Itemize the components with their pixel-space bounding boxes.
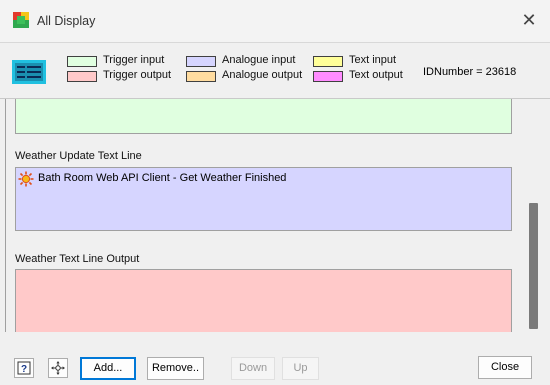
- legend-swatch: [186, 71, 216, 82]
- remove-button[interactable]: Remove..: [147, 357, 204, 380]
- legend-swatch: [313, 56, 343, 67]
- scrollbar-thumb[interactable]: [529, 203, 538, 329]
- legend-swatch: [313, 71, 343, 82]
- section-label: Weather Update Text Line: [15, 150, 142, 162]
- display-list-icon: [12, 60, 46, 84]
- button-bar: ? Add... Remove.. Down Up Close: [0, 332, 550, 385]
- sun-icon: [18, 171, 34, 187]
- section-label: Weather Text Line Output: [15, 253, 140, 265]
- legend-label: Trigger output: [103, 69, 172, 81]
- move-icon: [51, 361, 65, 375]
- close-button[interactable]: Close: [478, 356, 532, 379]
- legend-label: Trigger input: [103, 54, 165, 66]
- weather-update-list[interactable]: Bath Room Web API Client - Get Weather F…: [15, 167, 512, 231]
- connections-panel[interactable]: Weather Update Text Line Bath Room Web A…: [0, 98, 550, 333]
- svg-text:?: ?: [21, 364, 27, 375]
- legend-swatch: [67, 71, 97, 82]
- close-window-icon[interactable]: ✕: [516, 8, 542, 32]
- legend-swatch: [186, 56, 216, 67]
- color-legend: Trigger input Trigger output Analogue in…: [0, 42, 550, 99]
- title-bar: All Display ✕: [0, 0, 550, 42]
- legend-swatch: [67, 56, 97, 67]
- up-button[interactable]: Up: [282, 357, 319, 380]
- help-button[interactable]: ?: [14, 358, 34, 378]
- question-icon: ?: [17, 361, 31, 375]
- list-item-label: Bath Room Web API Client - Get Weather F…: [38, 172, 287, 184]
- window-title: All Display: [37, 14, 96, 28]
- down-button[interactable]: Down: [231, 357, 275, 380]
- id-number: IDNumber = 23618: [423, 66, 517, 78]
- app-icon: [13, 12, 29, 28]
- legend-label: Text input: [349, 54, 397, 66]
- add-button[interactable]: Add...: [80, 357, 136, 380]
- legend-label: Text output: [349, 69, 403, 81]
- legend-label: Analogue output: [222, 69, 303, 81]
- trigger-input-box[interactable]: [15, 99, 512, 134]
- move-button[interactable]: [48, 358, 68, 378]
- panel-border: [5, 99, 6, 333]
- weather-output-list[interactable]: [15, 269, 512, 333]
- legend-label: Analogue input: [222, 54, 296, 66]
- vertical-scrollbar[interactable]: [525, 99, 542, 333]
